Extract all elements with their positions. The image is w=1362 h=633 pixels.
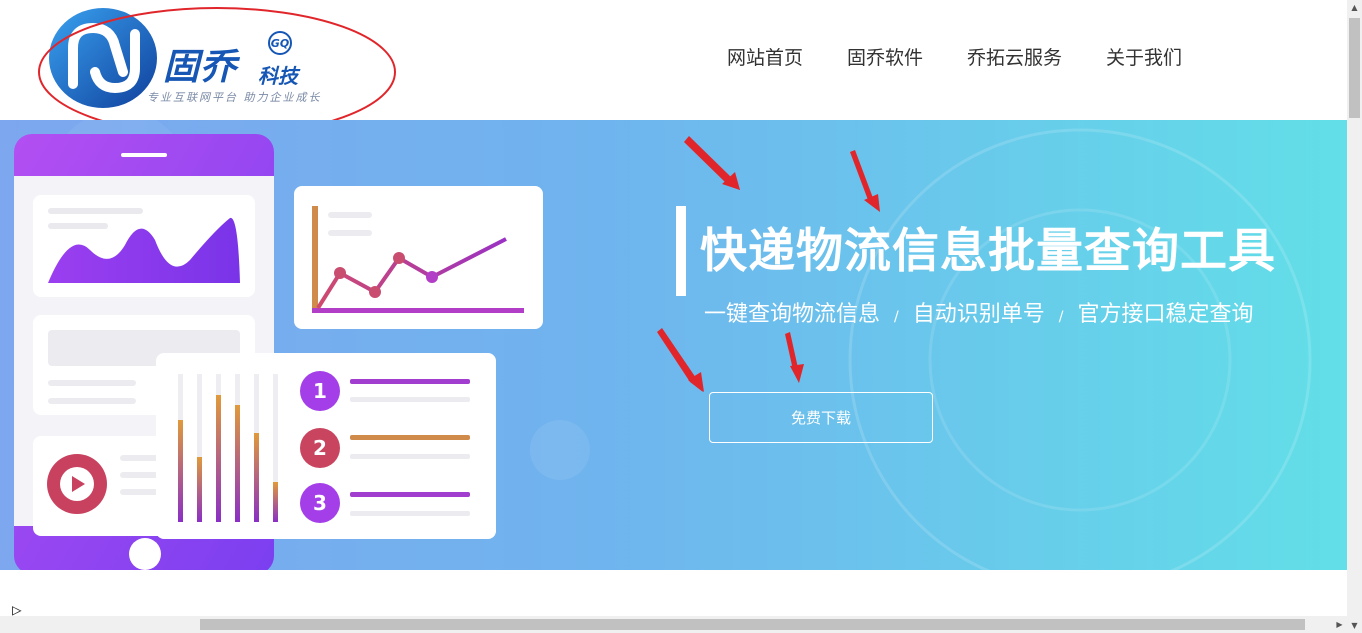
logo-badge: GQ [268,31,292,55]
horizontal-scrollbar[interactable]: ▶ [0,616,1347,633]
nav-home[interactable]: 网站首页 [705,44,825,72]
subline-separator: / [894,309,899,325]
logo-name-sub: 科技 [258,64,298,88]
banner-illustration [14,120,1312,570]
headline-accent-bar [676,206,686,296]
hero-banner: 1 2 3 快递物流信息批量查询工具 一键查询物流信息 / 自动识别单号 / 官方接口稳… [0,120,1347,570]
list-number-labels: 1 2 3 [313,379,327,515]
subline-part-1: 一键查询物流信息 [704,302,881,327]
subline-separator: / [1058,309,1064,325]
banner-headline: 快递物流信息批量查询工具 [700,224,1276,279]
vertical-scrollbar[interactable]: ▲ ▼ [1347,0,1362,633]
list-number-1: 1 [313,379,327,403]
nav-software[interactable]: 固乔软件 [825,44,945,72]
nav-cloud-service[interactable]: 乔拓云服务 [945,44,1084,72]
scroll-down-icon[interactable]: ▼ [1347,618,1362,633]
site-header: 固乔 GQ 科技 专业互联网平台 助力企业成长 网站首页 固乔软件 乔拓云服务 … [0,0,1347,137]
list-number-3: 3 [313,491,327,515]
horizontal-scroll-thumb[interactable] [200,619,1305,630]
main-nav: 网站首页 固乔软件 乔拓云服务 关于我们 [705,44,1204,72]
free-download-button[interactable]: 免费下载 [709,392,933,443]
company-logo[interactable]: 固乔 GQ 科技 专业互联网平台 助力企业成长 [45,6,335,114]
list-number-2: 2 [313,436,327,460]
vertical-scroll-thumb[interactable] [1349,18,1360,118]
nav-about[interactable]: 关于我们 [1084,44,1204,72]
subline-part-2: 自动识别单号 [912,302,1045,327]
subline-part-3: 官方接口稳定查询 [1077,302,1254,327]
scroll-up-icon[interactable]: ▲ [1347,0,1362,15]
scroll-right-icon[interactable]: ▶ [1332,616,1347,633]
logo-slogan: 专业互联网平台 助力企业成长 [147,91,322,104]
logo-name: 固乔 [163,47,238,88]
banner-subline: 一键查询物流信息 / 自动识别单号 / 官方接口稳定查询 [704,296,1253,328]
